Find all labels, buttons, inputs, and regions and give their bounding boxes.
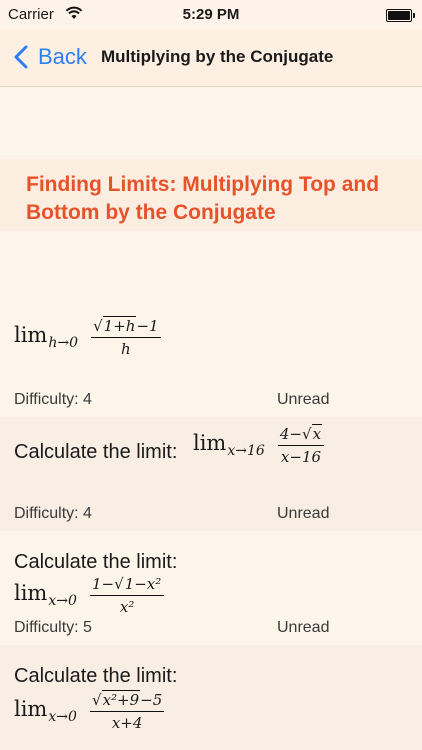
section-header: Finding Limits: Multiplying Top and Bott… — [0, 159, 422, 231]
problem-row-1[interactable]: limh→0 √1+h−1 h Difficulty: 4 Unread — [0, 303, 422, 417]
difficulty-label: Difficulty: 5 — [14, 619, 92, 636]
problem-formula: limx→0 √x²+9−5 x+4 — [14, 690, 165, 732]
problem-prompt: Calculate the limit: — [14, 441, 178, 463]
chevron-left-icon — [14, 45, 28, 69]
read-status-label: Unread — [277, 505, 330, 522]
page-title: Multiplying by the Conjugate — [101, 47, 334, 66]
navigation-bar: Back Multiplying by the Conjugate — [0, 30, 422, 87]
problem-formula: limx→0 1−√1−x² x² — [14, 575, 165, 613]
section-title: Finding Limits: Multiplying Top and Bott… — [26, 173, 380, 224]
battery-icon — [386, 9, 415, 22]
clock: 5:29 PM — [182, 6, 240, 23]
problem-row-4[interactable]: Calculate the limit: limx→0 √x²+9−5 x+4 — [0, 645, 422, 750]
section-spacer-top — [0, 87, 422, 159]
problem-row-3[interactable]: Calculate the limit: limx→0 1−√1−x² x² D… — [0, 531, 422, 645]
problem-prompt: Calculate the limit: — [14, 665, 178, 687]
read-status-label: Unread — [277, 391, 330, 408]
problem-formula: limh→0 √1+h−1 h — [14, 316, 161, 358]
problem-row-2[interactable]: Calculate the limit: limx→16 4−√x x−16 D… — [0, 417, 422, 531]
read-status-label: Unread — [277, 619, 330, 636]
difficulty-label: Difficulty: 4 — [14, 391, 92, 408]
back-button[interactable]: Back — [14, 42, 87, 72]
back-label: Back — [38, 44, 87, 69]
problem-prompt: Calculate the limit: — [14, 551, 178, 573]
problem-formula: limx→16 4−√x x−16 — [193, 424, 325, 466]
difficulty-label: Difficulty: 4 — [14, 505, 92, 522]
section-spacer-bottom — [0, 231, 422, 304]
status-bar: Carrier 5:29 PM — [0, 0, 422, 30]
